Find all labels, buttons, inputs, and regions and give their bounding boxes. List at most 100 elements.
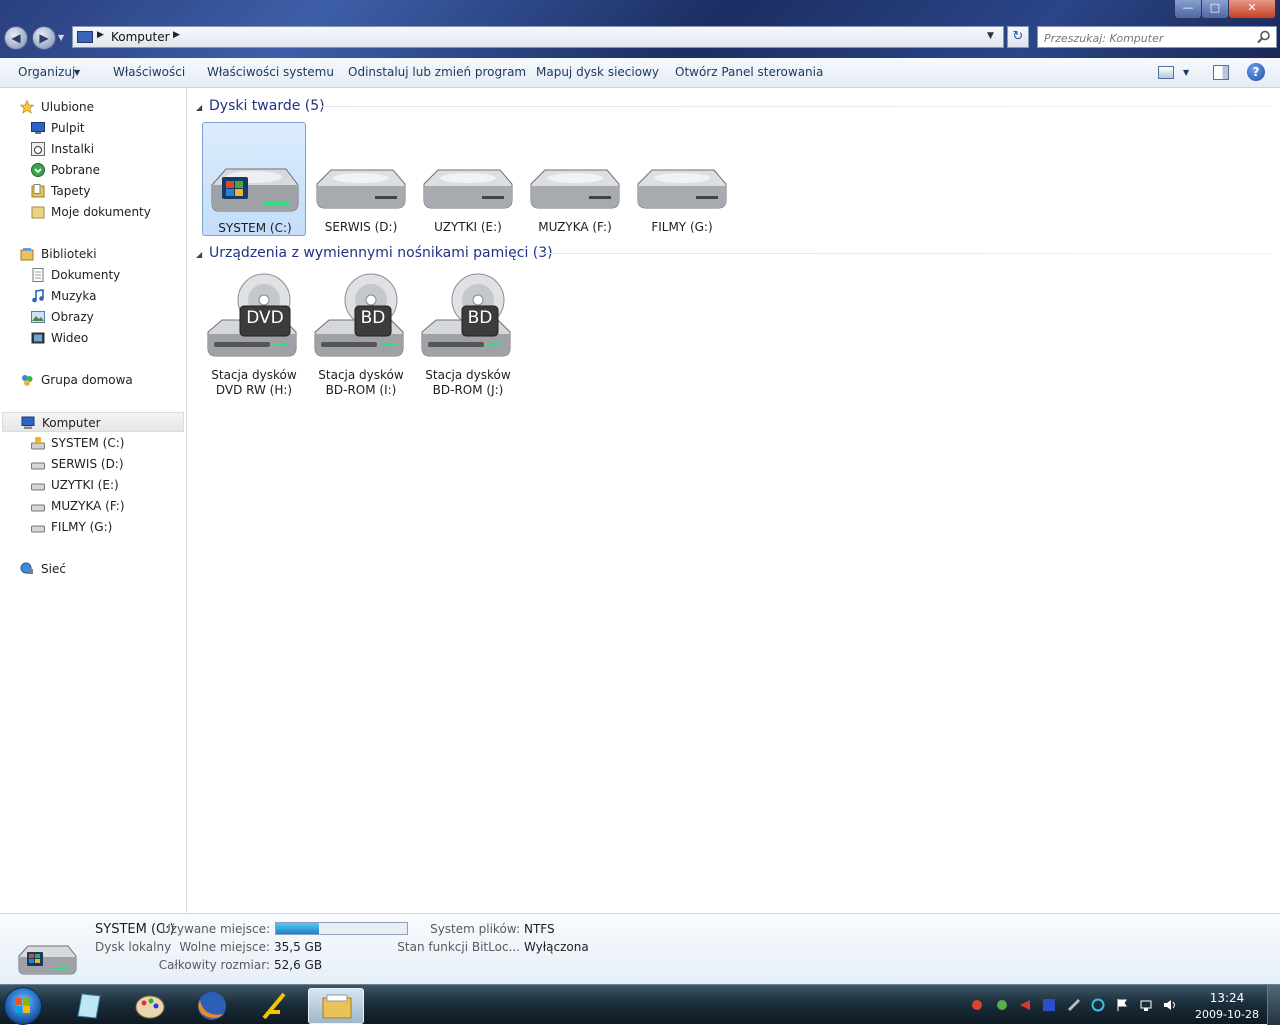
collapse-triangle-icon[interactable]: ◢ xyxy=(196,250,202,259)
action-center-flag-icon[interactable] xyxy=(1115,998,1129,1012)
nav-item-drive-g[interactable]: FILMY (G:) xyxy=(0,517,186,537)
nav-label: MUZYKA (F:) xyxy=(51,499,125,513)
nav-item-wallpapers[interactable]: Tapety xyxy=(0,181,186,201)
nav-network[interactable]: Sieć xyxy=(0,559,186,579)
taskbar-app-1[interactable] xyxy=(60,988,116,1024)
uninstall-program-button[interactable]: Odinstaluj lub zmień program xyxy=(348,65,526,79)
breadcrumb-computer[interactable]: Komputer xyxy=(111,30,170,44)
nav-item-downloads[interactable]: Pobrane xyxy=(0,160,186,180)
nav-item-drive-e[interactable]: UZYTKI (E:) xyxy=(0,475,186,495)
nav-item-pictures[interactable]: Obrazy xyxy=(0,307,186,327)
star-icon xyxy=(20,100,34,114)
collapse-triangle-icon[interactable]: ◢ xyxy=(196,103,202,112)
search-input[interactable] xyxy=(1042,29,1251,47)
breadcrumb-arrow-icon[interactable]: ▶ xyxy=(173,30,180,40)
minimize-button[interactable]: — xyxy=(1174,0,1202,19)
drive-label: FILMY (G:) xyxy=(651,220,713,234)
nav-label: Grupa domowa xyxy=(41,373,133,387)
tray-icon-4[interactable] xyxy=(1042,998,1056,1012)
tray-icon-5[interactable] xyxy=(1067,998,1081,1012)
nav-homegroup[interactable]: Grupa domowa xyxy=(0,370,186,390)
nav-computer[interactable]: Komputer xyxy=(2,412,184,432)
maximize-button[interactable]: □ xyxy=(1201,0,1229,19)
system-hard-drive-icon xyxy=(18,945,77,975)
tray-icon-1[interactable] xyxy=(970,998,984,1012)
drive-tile-c[interactable]: SYSTEM (C:) xyxy=(202,122,306,236)
clock-time[interactable]: 13:24 xyxy=(1199,991,1255,1005)
hard-drive-icon xyxy=(637,169,727,209)
drive-tile-d[interactable]: SERWIS (D:) xyxy=(309,122,413,236)
properties-button[interactable]: Właściwości xyxy=(113,65,185,79)
address-dropdown-icon[interactable]: ▼ xyxy=(987,31,994,41)
nav-item-documents[interactable]: Dokumenty xyxy=(0,265,186,285)
change-view-icon[interactable] xyxy=(1158,66,1174,79)
downloads-icon xyxy=(31,163,45,177)
tray-icon-6[interactable] xyxy=(1091,998,1105,1012)
breadcrumb-arrow-icon[interactable]: ▶ xyxy=(97,30,104,40)
drive-tile-i[interactable]: BD Stacja dysków BD-ROM (I:) xyxy=(309,268,413,397)
navigation-pane: Ulubione Pulpit Instalki Pobrane Tapety … xyxy=(0,88,187,913)
system-drive-icon xyxy=(31,437,45,450)
nav-item-videos[interactable]: Wideo xyxy=(0,328,186,348)
recent-pages-dropdown-icon[interactable]: ▼ xyxy=(58,33,64,42)
drive-tile-f[interactable]: MUZYKA (F:) xyxy=(523,122,627,236)
chevron-down-icon[interactable]: ▼ xyxy=(74,68,80,77)
show-desktop-button[interactable] xyxy=(1267,985,1280,1025)
total-size-value: 52,6 GB xyxy=(274,958,323,972)
nav-item-drive-d[interactable]: SERWIS (D:) xyxy=(0,454,186,474)
tray-icon-2[interactable] xyxy=(995,998,1009,1012)
system-properties-button[interactable]: Właściwości systemu xyxy=(207,65,334,79)
volume-icon[interactable] xyxy=(1163,998,1177,1012)
tray-icon-3[interactable] xyxy=(1018,998,1032,1012)
help-icon[interactable]: ? xyxy=(1247,63,1265,81)
homegroup-icon xyxy=(22,375,33,386)
computer-icon xyxy=(77,31,93,43)
taskbar-app-explorer[interactable] xyxy=(308,988,364,1024)
nav-item-music[interactable]: Muzyka xyxy=(0,286,186,306)
start-button[interactable] xyxy=(4,987,42,1025)
network-tray-icon[interactable] xyxy=(1139,998,1153,1012)
address-bar[interactable]: ▶ Komputer ▶ ▼ xyxy=(72,26,1004,48)
taskbar-app-firefox[interactable] xyxy=(184,988,240,1024)
drive-label-line1: Stacja dysków xyxy=(211,368,297,382)
nav-item-my-documents[interactable]: Moje dokumenty xyxy=(0,202,186,222)
nav-item-desktop[interactable]: Pulpit xyxy=(0,118,186,138)
group-title: Dyski twarde (5) xyxy=(209,98,325,114)
drive-tile-g[interactable]: FILMY (G:) xyxy=(630,122,734,236)
back-button[interactable]: ◀ xyxy=(4,26,28,50)
nav-item-drive-c[interactable]: SYSTEM (C:) xyxy=(0,433,186,453)
computer-icon xyxy=(21,416,35,429)
search-box[interactable] xyxy=(1037,26,1277,48)
nav-libraries[interactable]: Biblioteki xyxy=(0,244,186,264)
nav-item-drive-f[interactable]: MUZYKA (F:) xyxy=(0,496,186,516)
nav-favorites[interactable]: Ulubione xyxy=(0,97,186,117)
view-options-dropdown-icon[interactable]: ▼ xyxy=(1183,68,1189,77)
drive-tile-e[interactable]: UZYTKI (E:) xyxy=(416,122,520,236)
nav-label: UZYTKI (E:) xyxy=(51,478,119,492)
taskbar-app-paint[interactable] xyxy=(122,988,178,1024)
title-bar: — □ ✕ ◀ ▶ ▼ ▶ Komputer ▶ ▼ ↻ xyxy=(0,0,1280,58)
hard-drive-icon xyxy=(31,504,45,512)
clock-date[interactable]: 2009-10-28 xyxy=(1190,1008,1264,1021)
drive-tile-j[interactable]: BD Stacja dysków BD-ROM (J:) xyxy=(416,268,520,397)
refresh-button[interactable]: ↻ xyxy=(1007,26,1029,48)
map-network-drive-button[interactable]: Mapuj dysk sieciowy xyxy=(536,65,659,79)
drive-type-badge: DVD xyxy=(246,308,284,328)
drive-label: SYSTEM (C:) xyxy=(218,221,292,235)
search-icon[interactable] xyxy=(1256,29,1272,45)
nav-item-instalki[interactable]: Instalki xyxy=(0,139,186,159)
taskbar-app-4[interactable] xyxy=(246,988,302,1024)
used-space-bar xyxy=(275,922,408,935)
open-control-panel-button[interactable]: Otwórz Panel sterowania xyxy=(675,65,823,79)
details-pane: SYSTEM (C:) Dysk lokalny Używane miejsce… xyxy=(0,913,1280,985)
nav-label: SERWIS (D:) xyxy=(51,457,124,471)
preview-pane-icon[interactable] xyxy=(1213,65,1229,80)
organize-button[interactable]: Organizuj xyxy=(18,65,75,79)
drive-label: MUZYKA (F:) xyxy=(538,220,612,234)
drive-tile-h[interactable]: DVD Stacja dysków DVD RW (H:) xyxy=(202,268,306,397)
close-button[interactable]: ✕ xyxy=(1228,0,1276,19)
nav-label: Biblioteki xyxy=(41,247,97,261)
group-divider xyxy=(538,253,1272,254)
forward-button[interactable]: ▶ xyxy=(32,26,56,50)
nav-label: Moje dokumenty xyxy=(51,205,151,219)
